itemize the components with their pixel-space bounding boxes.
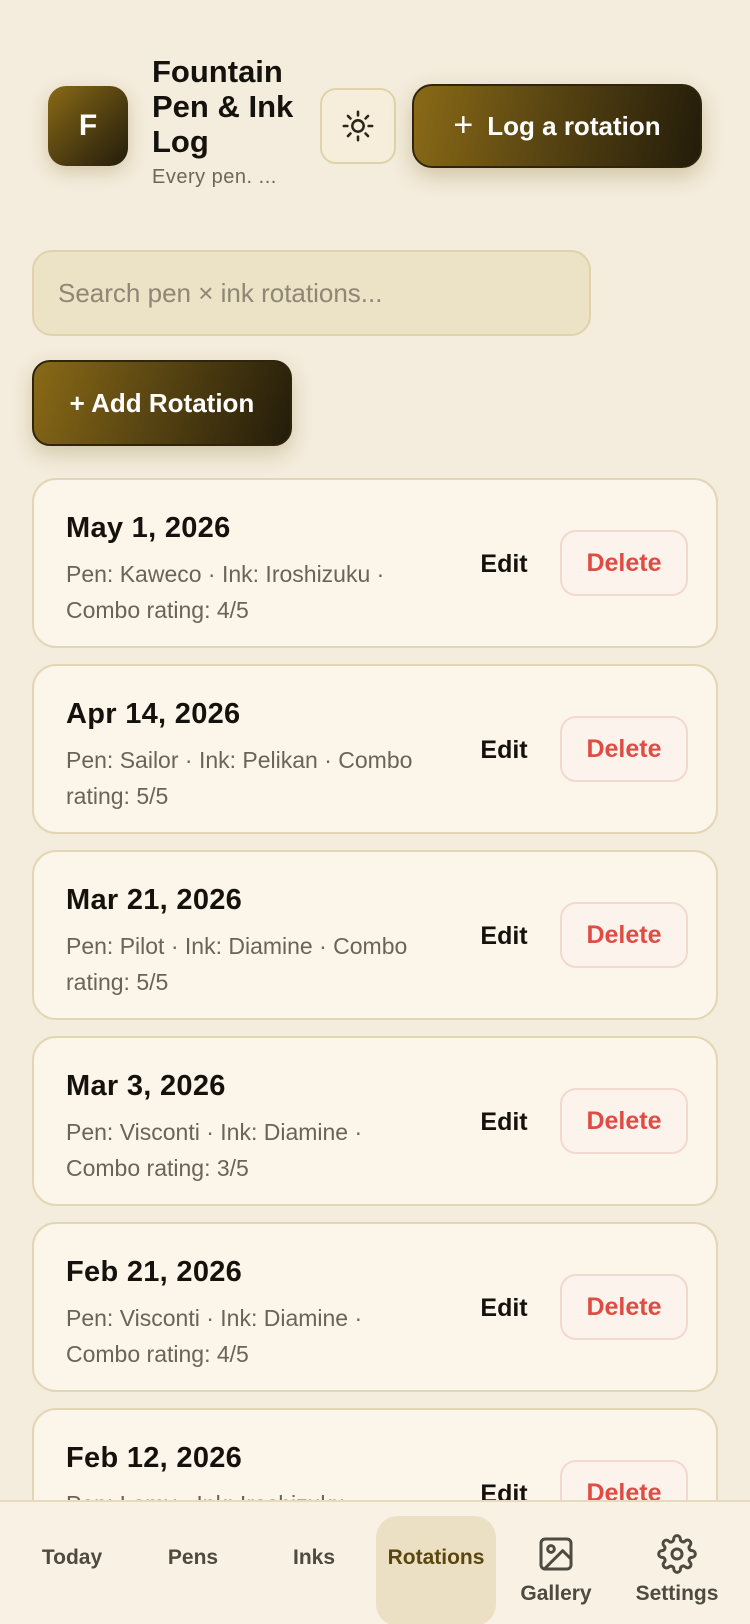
tab-label: Gallery <box>520 1582 592 1605</box>
app-subtitle: Every pen. ... <box>152 166 277 188</box>
rotation-card: Mar 3, 2026 Pen: Visconti · Ink: Diamine… <box>32 1036 718 1206</box>
tab-label: Settings <box>635 1582 719 1605</box>
rotation-details: Pen: Pilot · Ink: Diamine · Combo rating… <box>66 933 408 995</box>
theme-toggle-button[interactable] <box>320 88 396 164</box>
search-input[interactable] <box>32 250 591 336</box>
edit-button[interactable]: Edit <box>464 536 544 592</box>
tab-pens[interactable]: Pens <box>143 1516 243 1624</box>
rotation-details: Pen: Sailor · Ink: Pelikan · Combo ratin… <box>66 747 413 809</box>
rotation-details: Pen: Kaweco · Ink: Iroshizuku · Combo ra… <box>66 561 385 623</box>
rotation-details: Pen: Visconti · Ink: Diamine · Combo rat… <box>66 1305 363 1367</box>
edit-button[interactable]: Edit <box>464 722 544 778</box>
rotation-date: Mar 3, 2026 <box>66 1070 226 1102</box>
app-header: F Fountain Pen & Ink Log Every pen. ... … <box>0 0 750 220</box>
tab-settings[interactable]: Settings <box>627 1516 727 1624</box>
bottom-tab-bar: Today Pens Inks Rotations Gallery Settin… <box>0 1500 750 1624</box>
edit-button[interactable]: Edit <box>464 908 544 964</box>
add-rotation-button[interactable]: + Add Rotation <box>32 360 292 446</box>
tab-label: Today <box>41 1546 103 1569</box>
rotation-card: May 1, 2026 Pen: Kaweco · Ink: Iroshizuk… <box>32 478 718 648</box>
edit-button[interactable]: Edit <box>464 1280 544 1336</box>
sun-icon <box>342 110 374 142</box>
rotation-details: Pen: Visconti · Ink: Diamine · Combo rat… <box>66 1119 363 1181</box>
image-icon <box>536 1532 576 1576</box>
rotation-card: Mar 21, 2026 Pen: Pilot · Ink: Diamine ·… <box>32 850 718 1020</box>
rotation-date: Mar 21, 2026 <box>66 884 243 916</box>
tab-gallery[interactable]: Gallery <box>506 1516 606 1624</box>
tab-inks[interactable]: Inks <box>264 1516 364 1624</box>
rotation-card: Apr 14, 2026 Pen: Sailor · Ink: Pelikan … <box>32 664 718 834</box>
log-rotation-button[interactable]: + Log a rotation <box>412 84 702 168</box>
delete-button[interactable]: Delete <box>560 530 688 596</box>
delete-button[interactable]: Delete <box>560 1274 688 1340</box>
delete-button[interactable]: Delete <box>560 902 688 968</box>
app-logo: F <box>48 86 128 166</box>
rotation-date: Feb 21, 2026 <box>66 1256 243 1288</box>
app-title: Fountain Pen & Ink Log <box>152 54 294 159</box>
tab-label: Rotations <box>387 1546 485 1569</box>
tab-label: Inks <box>292 1546 336 1569</box>
delete-button[interactable]: Delete <box>560 716 688 782</box>
rotation-date: May 1, 2026 <box>66 512 231 544</box>
log-rotation-label: Log a rotation <box>487 110 661 141</box>
rotation-card: Feb 21, 2026 Pen: Visconti · Ink: Diamin… <box>32 1222 718 1392</box>
tab-today[interactable]: Today <box>22 1516 122 1624</box>
rotation-date: Feb 12, 2026 <box>66 1442 243 1474</box>
delete-button[interactable]: Delete <box>560 1088 688 1154</box>
gear-icon <box>657 1532 697 1576</box>
rotation-date: Apr 14, 2026 <box>66 698 241 730</box>
tab-rotations[interactable]: Rotations <box>376 1516 496 1624</box>
plus-icon: + <box>453 105 474 144</box>
tab-label: Pens <box>167 1546 219 1569</box>
edit-button[interactable]: Edit <box>464 1094 544 1150</box>
